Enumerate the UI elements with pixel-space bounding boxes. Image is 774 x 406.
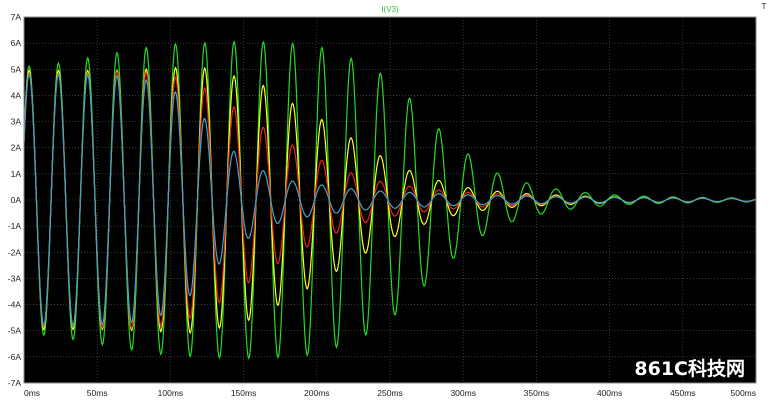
corner-mark: T [762, 2, 767, 11]
y-tick-label: 3A [11, 117, 22, 127]
y-tick-label: -2A [8, 247, 22, 257]
x-tick-label: 150ms [231, 388, 257, 398]
x-tick-label: 100ms [158, 388, 184, 398]
y-tick-label: -6A [8, 352, 22, 362]
y-tick-label: -3A [8, 273, 22, 283]
x-tick-label: 300ms [450, 388, 476, 398]
y-tick-label: 0A [11, 195, 22, 205]
y-tick-label: 4A [11, 90, 22, 100]
chart-frame: 7A 6A 5A 4A 3A 2A 1A 0A -1A -2A -3A -4A -5A -6A -7A 0m… [0, 0, 774, 406]
watermark: 861C科技网 [634, 357, 745, 380]
chart-svg: 7A 6A 5A 4A 3A 2A 1A 0A -1A -2A -3A -4A -5A -6A -7A 0m… [8, 2, 767, 398]
y-tick-label: 1A [11, 169, 22, 179]
x-tick-label: 400ms [597, 388, 623, 398]
y-tick-label: 5A [11, 64, 22, 74]
x-tick-label: 0ms [24, 388, 40, 398]
x-tick-label: 450ms [670, 388, 696, 398]
y-tick-label: 6A [11, 38, 22, 48]
x-tick-label: 350ms [524, 388, 550, 398]
y-tick-label: -4A [8, 300, 22, 310]
x-tick-label: 50ms [87, 388, 108, 398]
y-axis-ticks: 7A 6A 5A 4A 3A 2A 1A 0A -1A -2A -3A -4A -5A -6A -7A [8, 12, 22, 388]
x-tick-label: 250ms [377, 388, 403, 398]
x-tick-label: 500ms [730, 388, 756, 398]
chart-title: I(V3) [381, 5, 399, 14]
y-tick-label: 2A [11, 143, 22, 153]
y-tick-label: -5A [8, 326, 22, 336]
y-tick-label: 7A [11, 12, 22, 22]
y-tick-label: -7A [8, 378, 22, 388]
y-tick-label: -1A [8, 221, 22, 231]
x-axis-ticks: 0ms 50ms 100ms 150ms 200ms 250ms 300ms 350ms 400… [24, 388, 756, 398]
x-tick-label: 200ms [304, 388, 330, 398]
